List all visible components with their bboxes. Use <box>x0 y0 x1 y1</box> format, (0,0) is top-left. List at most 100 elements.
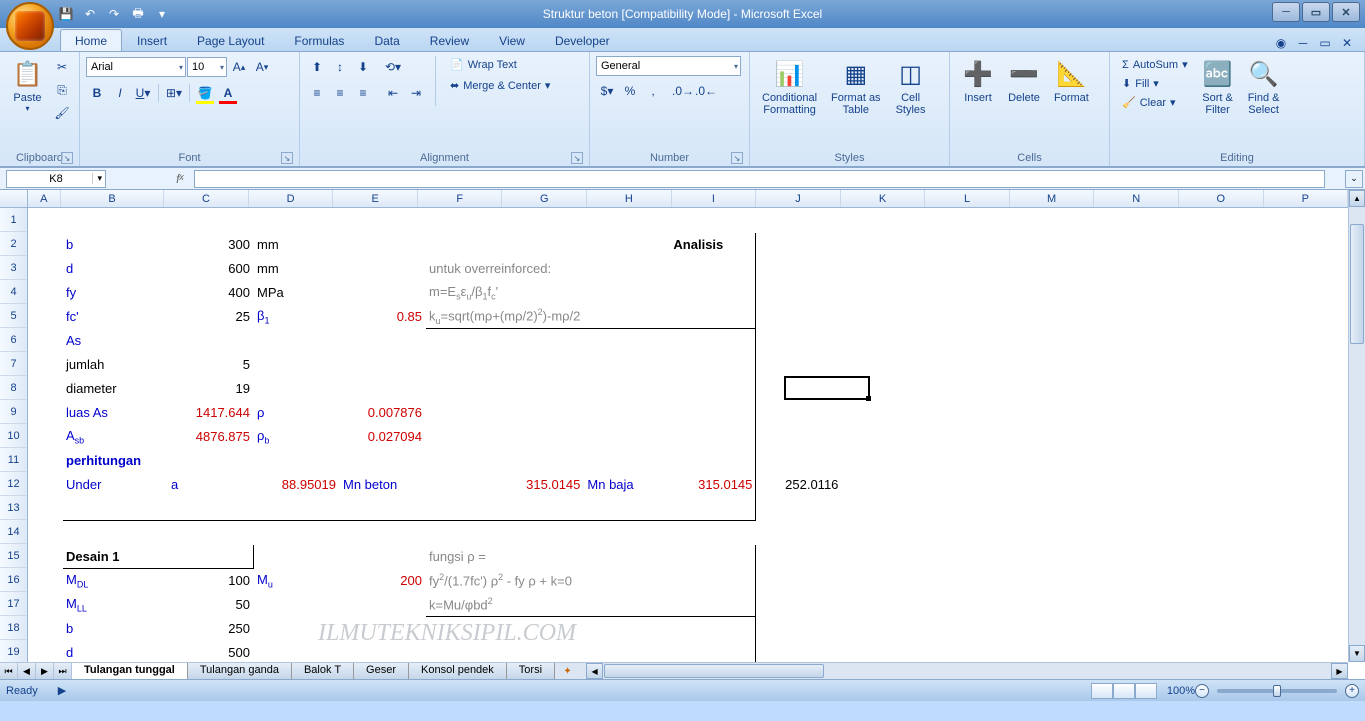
cell-F5[interactable]: ku=sqrt(mρ+(mρ/2)2)-mρ/2 <box>426 305 584 329</box>
align-center-icon[interactable]: ≡ <box>329 82 351 104</box>
cell-M14[interactable] <box>1100 521 1186 545</box>
decrease-decimal-icon[interactable]: .0← <box>695 80 717 102</box>
tab-developer[interactable]: Developer <box>540 29 625 51</box>
cell-M10[interactable] <box>1100 425 1186 449</box>
cell-O14[interactable] <box>1272 521 1348 545</box>
cell-D6[interactable] <box>254 329 340 353</box>
cell-F14[interactable] <box>426 521 584 545</box>
cell-D13[interactable] <box>254 497 340 521</box>
page-layout-view-icon[interactable] <box>1113 683 1135 699</box>
cell-D4[interactable]: MPa <box>254 281 340 305</box>
cell-D3[interactable]: mm <box>254 257 340 281</box>
cell-L19[interactable] <box>1014 641 1100 663</box>
cell-D17[interactable] <box>254 593 340 617</box>
col-header-G[interactable]: G <box>502 190 587 207</box>
align-left-icon[interactable]: ≡ <box>306 82 328 104</box>
cell-N4[interactable] <box>1186 281 1272 305</box>
row-header-14[interactable]: 14 <box>0 520 27 544</box>
cell-E5[interactable]: 0.85 <box>340 305 426 329</box>
sheet-tab-balok-t[interactable]: Balok T <box>292 663 354 679</box>
col-header-P[interactable]: P <box>1264 190 1349 207</box>
cell-H8[interactable] <box>670 377 756 401</box>
macro-record-icon[interactable]: ▶ <box>58 684 66 697</box>
cell-I1[interactable] <box>756 209 842 233</box>
cell-A5[interactable] <box>29 305 63 329</box>
col-header-M[interactable]: M <box>1010 190 1095 207</box>
cell-A9[interactable] <box>29 401 63 425</box>
cell-O11[interactable] <box>1272 449 1348 473</box>
save-icon[interactable]: 💾 <box>55 3 77 25</box>
cell-E2[interactable] <box>340 233 426 257</box>
cell-A2[interactable] <box>29 233 63 257</box>
cell-K3[interactable] <box>928 257 1014 281</box>
cell-B13[interactable] <box>63 497 168 521</box>
row-header-7[interactable]: 7 <box>0 352 27 376</box>
cell-B18[interactable]: b <box>63 617 168 641</box>
cell-J7[interactable] <box>842 353 928 377</box>
cell-E7[interactable] <box>340 353 426 377</box>
cell-O15[interactable] <box>1272 545 1348 569</box>
percent-format-icon[interactable]: % <box>619 80 641 102</box>
cell-A19[interactable] <box>29 641 63 663</box>
cell-E15[interactable] <box>340 545 426 569</box>
col-header-B[interactable]: B <box>61 190 164 207</box>
cell-I12[interactable]: 252.0116 <box>756 473 842 497</box>
cell-F13[interactable] <box>426 497 584 521</box>
cell-F15[interactable]: fungsi ρ = <box>426 545 584 569</box>
close-button[interactable]: ✕ <box>1332 2 1360 22</box>
font-color-button[interactable]: A <box>217 82 239 104</box>
cell-H1[interactable] <box>670 209 756 233</box>
cell-G2[interactable] <box>584 233 670 257</box>
cell-N1[interactable] <box>1186 209 1272 233</box>
cell-K15[interactable] <box>928 545 1014 569</box>
cell-N12[interactable] <box>1186 473 1272 497</box>
cell-I17[interactable] <box>756 593 842 617</box>
shrink-font-icon[interactable]: A▾ <box>251 56 273 78</box>
cell-F1[interactable] <box>426 209 584 233</box>
row-header-15[interactable]: 15 <box>0 544 27 568</box>
row-header-17[interactable]: 17 <box>0 592 27 616</box>
cell-O17[interactable] <box>1272 593 1348 617</box>
row-header-8[interactable]: 8 <box>0 376 27 400</box>
scroll-down-icon[interactable]: ▼ <box>1349 645 1365 662</box>
align-bottom-icon[interactable]: ⬇ <box>352 56 374 78</box>
cell-C17[interactable]: 50 <box>168 593 254 617</box>
cell-M9[interactable] <box>1100 401 1186 425</box>
align-middle-icon[interactable]: ↕ <box>329 56 351 78</box>
cell-A14[interactable] <box>29 521 63 545</box>
cell-D9[interactable]: ρ <box>254 401 340 425</box>
cell-E8[interactable] <box>340 377 426 401</box>
row-header-1[interactable]: 1 <box>0 208 27 232</box>
cell-L14[interactable] <box>1014 521 1100 545</box>
cell-M17[interactable] <box>1100 593 1186 617</box>
cell-N13[interactable] <box>1186 497 1272 521</box>
cell-N5[interactable] <box>1186 305 1272 329</box>
cut-icon[interactable]: ✂ <box>51 56 73 78</box>
minimize-button[interactable]: ─ <box>1272 2 1300 22</box>
cell-F4[interactable]: m=Esεu/β1fc' <box>426 281 584 305</box>
cell-J14[interactable] <box>842 521 928 545</box>
cell-D7[interactable] <box>254 353 340 377</box>
cell-I6[interactable] <box>756 329 842 353</box>
cell-G1[interactable] <box>584 209 670 233</box>
cell-I16[interactable] <box>756 569 842 593</box>
col-header-I[interactable]: I <box>672 190 757 207</box>
cell-E6[interactable] <box>340 329 426 353</box>
cell-I4[interactable] <box>756 281 842 305</box>
normal-view-icon[interactable] <box>1091 683 1113 699</box>
cell-H4[interactable] <box>670 281 756 305</box>
cell-M2[interactable] <box>1100 233 1186 257</box>
cell-D5[interactable]: β1 <box>254 305 340 329</box>
number-launcher[interactable]: ↘ <box>731 152 743 164</box>
cell-N15[interactable] <box>1186 545 1272 569</box>
cell-H11[interactable] <box>670 449 756 473</box>
cell-D16[interactable]: Mu <box>254 569 340 593</box>
cell-A8[interactable] <box>29 377 63 401</box>
cell-D12[interactable]: 88.95019 <box>254 473 340 497</box>
cell-O16[interactable] <box>1272 569 1348 593</box>
cell-C7[interactable]: 5 <box>168 353 254 377</box>
cell-N11[interactable] <box>1186 449 1272 473</box>
cell-C1[interactable] <box>168 209 254 233</box>
col-header-L[interactable]: L <box>925 190 1010 207</box>
cell-K19[interactable] <box>928 641 1014 663</box>
